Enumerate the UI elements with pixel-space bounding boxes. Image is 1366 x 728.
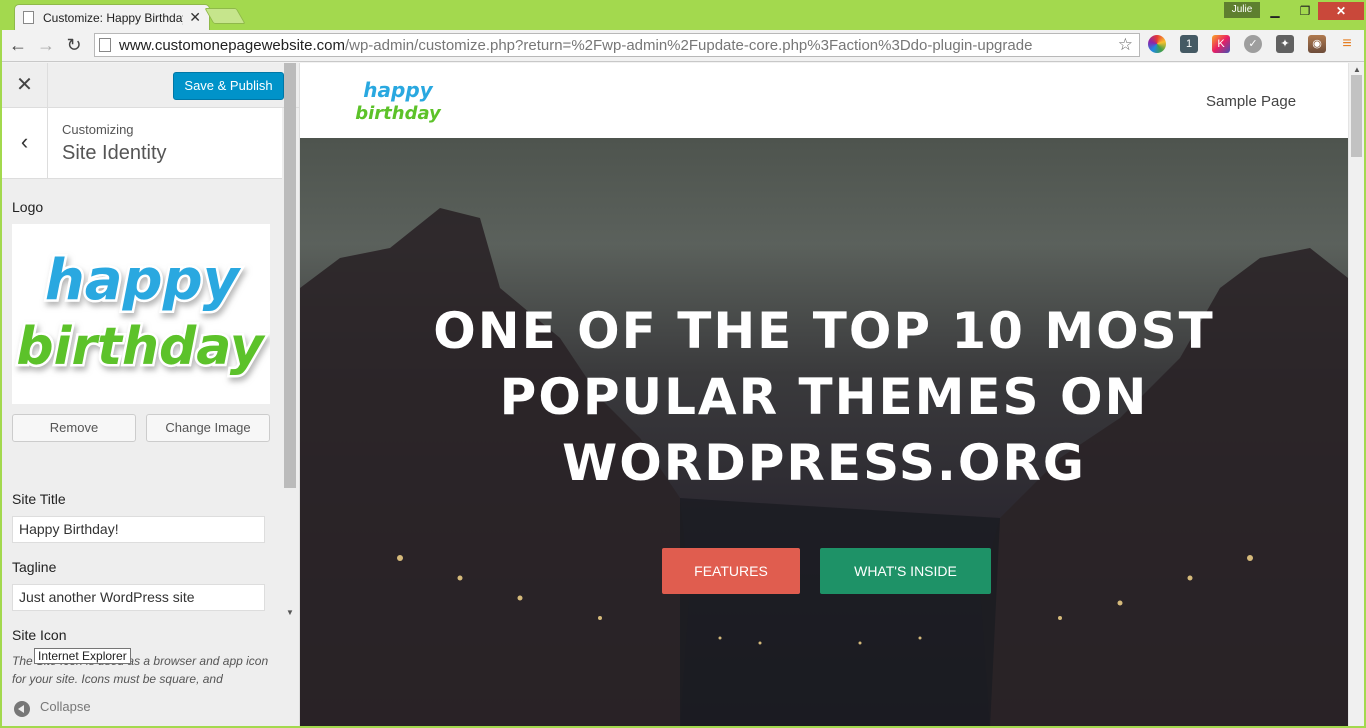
site-title-label: Site Title	[12, 491, 66, 507]
tab-title: Customize: Happy Birthday!	[43, 10, 184, 25]
features-button[interactable]: FEATURES	[662, 548, 800, 594]
preview-scrollbar-thumb[interactable]	[1351, 75, 1362, 157]
menu-icon[interactable]: ≡	[1338, 35, 1356, 53]
tagline-label: Tagline	[12, 559, 57, 575]
page-info-icon	[99, 38, 111, 52]
site-logo[interactable]: happy birthday	[354, 69, 442, 133]
nav-sample-page[interactable]: Sample Page	[1206, 93, 1296, 110]
save-publish-button[interactable]: Save & Publish	[173, 72, 284, 100]
scroll-down-arrow-icon[interactable]: ▼	[286, 608, 294, 617]
hero-title: ONE OF THE TOP 10 MOST POPULAR THEMES ON…	[433, 302, 1215, 492]
color-wheel-extension-icon[interactable]	[1148, 35, 1166, 53]
customizer-controls: Logo happy birthday Remove Change Image …	[2, 179, 282, 726]
restore-icon[interactable]: ❐	[1290, 2, 1320, 20]
collapse-icon[interactable]	[14, 701, 30, 717]
site-title-field[interactable]: Happy Birthday!	[12, 516, 265, 543]
k-extension-icon[interactable]: K	[1212, 35, 1230, 53]
happy-birthday-logo: happy birthday	[14, 246, 268, 380]
section-title: Site Identity	[62, 142, 167, 164]
bookmark-star-icon[interactable]: ☆	[1117, 35, 1133, 55]
svg-text:happy: happy	[45, 248, 242, 313]
site-icon-label: Site Icon	[12, 627, 67, 643]
url-path: /wp-admin/customize.php?return=%2Fwp-adm…	[344, 36, 1033, 54]
svg-text:birthday: birthday	[355, 103, 442, 124]
site-preview: happy birthday Sample Page ONE OF THE TO…	[300, 63, 1348, 726]
logo-label: Logo	[12, 199, 44, 215]
check-extension-icon[interactable]: ✓	[1244, 35, 1262, 53]
browser-window: Customize: Happy Birthday! ✕ Julie ▁ ❐ ✕…	[2, 2, 1364, 726]
scrollbar-thumb[interactable]	[284, 63, 296, 488]
scroll-up-arrow-icon[interactable]: ▲	[1353, 65, 1361, 74]
section-header: ‹ Customizing Site Identity	[2, 108, 282, 179]
collapse-label[interactable]: Collapse	[40, 699, 91, 714]
svg-text:birthday: birthday	[16, 317, 265, 377]
customizer-panel: ✕ Save & Publish ‹ Customizing Site Iden…	[2, 63, 300, 726]
tooltip: Internet Explorer	[34, 648, 131, 664]
minimize-icon[interactable]: ▁	[1260, 2, 1290, 20]
back-arrow-icon[interactable]: ←	[6, 33, 30, 57]
remove-logo-button[interactable]: Remove	[12, 414, 136, 442]
preview-scrollbar[interactable]: ▲	[1348, 63, 1364, 726]
customizer-scrollbar[interactable]: ▼	[283, 63, 297, 618]
address-bar[interactable]: www.customonepagewebsite.com /wp-admin/c…	[94, 33, 1140, 57]
hero-section: ONE OF THE TOP 10 MOST POPULAR THEMES ON…	[300, 138, 1348, 726]
profile-badge[interactable]: Julie	[1224, 2, 1260, 18]
site-header: happy birthday Sample Page	[300, 63, 1348, 138]
customizing-label: Customizing	[62, 122, 134, 137]
url-host: www.customonepagewebsite.com	[119, 36, 345, 54]
camera-extension-icon[interactable]: ◉	[1308, 35, 1326, 53]
new-tab-button[interactable]	[204, 8, 246, 24]
close-customizer-icon[interactable]: ✕	[2, 63, 48, 108]
puzzle-extension-icon[interactable]: ✦	[1276, 35, 1294, 53]
browser-tab[interactable]: Customize: Happy Birthday! ✕	[14, 4, 210, 30]
tab-strip: Customize: Happy Birthday! ✕ Julie ▁ ❐ ✕	[2, 2, 1364, 30]
reload-icon[interactable]: ↻	[62, 33, 86, 57]
change-image-button[interactable]: Change Image	[146, 414, 270, 442]
tagline-field[interactable]: Just another WordPress site	[12, 584, 265, 611]
tab-close-icon[interactable]: ✕	[189, 9, 201, 26]
customizer-header: ✕ Save & Publish	[2, 63, 299, 108]
logo-preview: happy birthday	[12, 224, 270, 404]
whats-inside-button[interactable]: WHAT'S INSIDE	[820, 548, 991, 594]
page-icon	[23, 11, 34, 24]
forward-arrow-icon[interactable]: →	[34, 33, 58, 57]
browser-toolbar: ← → ↻ www.customonepagewebsite.com /wp-a…	[2, 30, 1364, 62]
back-chevron-icon[interactable]: ‹	[2, 108, 48, 179]
window-close-icon[interactable]: ✕	[1318, 2, 1364, 20]
svg-text:happy: happy	[363, 78, 433, 102]
badge-extension-icon[interactable]: 1	[1180, 35, 1198, 53]
